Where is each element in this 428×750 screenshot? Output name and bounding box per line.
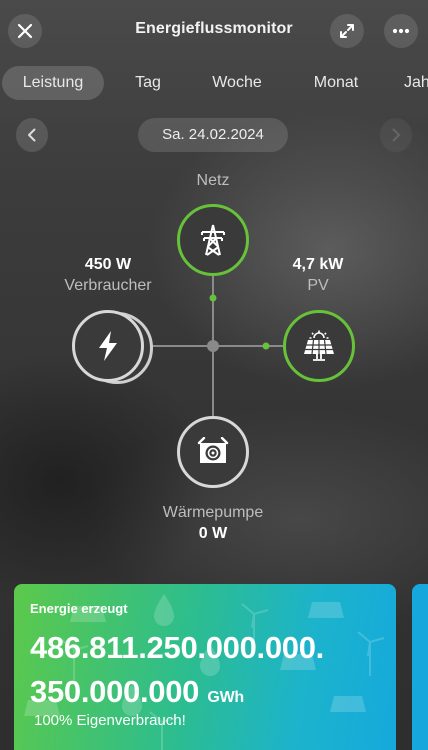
grid-label: Netz	[196, 172, 230, 189]
card-subtitle: 100% Eigenverbrauch!	[34, 712, 186, 729]
heat-pump-icon	[197, 437, 229, 463]
power-tower-icon	[201, 224, 225, 256]
next-card-peek[interactable]	[412, 584, 428, 750]
tab-leistung[interactable]: Leistung	[2, 66, 104, 100]
heatpump-node[interactable]	[177, 416, 249, 488]
period-tabs: Leistung Tag Woche Monat Jahr	[0, 66, 428, 102]
consumer-label: Verbraucher	[64, 277, 152, 294]
card-unit: GWh	[207, 689, 244, 706]
next-date-button[interactable]	[380, 118, 412, 152]
solar-panel-icon	[304, 330, 334, 361]
consumer-node[interactable]	[72, 310, 144, 382]
more-icon	[392, 28, 410, 34]
pv-power-value: 4,7 kW	[292, 256, 344, 273]
consumer-power-value: 450 W	[84, 256, 132, 273]
grid-node[interactable]	[177, 204, 249, 276]
heatpump-labels: Wärmepumpe 0 W	[143, 504, 283, 543]
card-value: 486.811.250.000.000. 350.000.000 GWh	[30, 626, 324, 720]
lightning-icon	[99, 331, 117, 361]
tab-jahr[interactable]: Jahr	[404, 66, 428, 100]
pv-labels: 4,7 kW PV	[258, 256, 378, 295]
more-button[interactable]	[384, 14, 418, 48]
chevron-left-icon	[28, 128, 36, 142]
date-selector: Sa. 24.02.2024	[0, 118, 428, 152]
prev-date-button[interactable]	[16, 118, 48, 152]
expand-button[interactable]	[330, 14, 364, 48]
header: Energieflussmonitor	[0, 0, 428, 62]
pv-node[interactable]	[283, 310, 355, 382]
pv-label: PV	[307, 277, 329, 294]
date-label[interactable]: Sa. 24.02.2024	[138, 118, 288, 152]
heatpump-label: Wärmepumpe	[162, 504, 264, 521]
energy-flow-diagram: Netz 450 W Verbraucher 4,7 kW PV Wärmepu…	[0, 160, 428, 560]
card-value-number: 350.000.000	[30, 674, 200, 709]
card-value-line1: 486.811.250.000.000.	[30, 630, 324, 665]
expand-icon	[340, 24, 354, 38]
card-label: Energie erzeugt	[30, 601, 128, 616]
energy-produced-card[interactable]: Energie erzeugt 486.811.250.000.000. 350…	[14, 584, 396, 750]
chevron-right-icon	[392, 128, 400, 142]
tab-tag[interactable]: Tag	[122, 66, 174, 100]
tab-woche[interactable]: Woche	[202, 66, 272, 100]
consumer-labels: 450 W Verbraucher	[48, 256, 168, 295]
heatpump-power-value: 0 W	[198, 525, 228, 542]
tab-monat[interactable]: Monat	[302, 66, 370, 100]
